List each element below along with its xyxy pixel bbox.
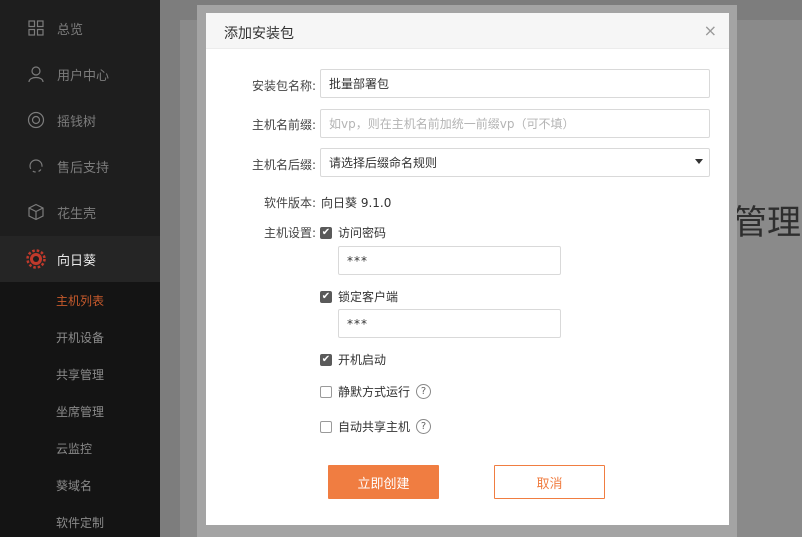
software-version-value: 向日葵 9.1.0 bbox=[321, 196, 392, 210]
sidebar-item-label: 摇钱树 bbox=[57, 114, 97, 130]
user-icon bbox=[25, 63, 47, 85]
help-icon[interactable]: ? bbox=[416, 419, 432, 434]
lock-client-label: 锁定客户端 bbox=[338, 290, 399, 304]
silent-run-label: 静默方式运行 bbox=[338, 385, 411, 399]
cube-icon bbox=[25, 201, 47, 223]
submenu-item-software-custom[interactable]: 软件定制 bbox=[0, 504, 160, 537]
page-title-fragment: 管理 bbox=[733, 203, 801, 243]
dialog-header: 添加安装包 × bbox=[206, 13, 729, 49]
cancel-button[interactable]: 取消 bbox=[494, 465, 605, 499]
dropdown-arrow-icon bbox=[695, 159, 703, 164]
sidebar-item-label: 总览 bbox=[57, 22, 84, 38]
access-password-label: 访问密码 bbox=[338, 226, 387, 240]
access-password-input[interactable]: *** bbox=[338, 246, 561, 275]
submenu-item-cloud-monitor[interactable]: 云监控 bbox=[0, 430, 160, 466]
sidebar: 总览 用户中心 摇钱树 售后支持 花生壳 向日葵 主机列表 开机设备 共享管理 … bbox=[0, 0, 160, 537]
lock-client-password-input[interactable]: *** bbox=[338, 309, 561, 338]
sidebar-item-oray[interactable]: 花生壳 bbox=[0, 189, 160, 235]
access-password-option[interactable]: ✔ 访问密码 bbox=[320, 224, 386, 241]
sidebar-item-overview[interactable]: 总览 bbox=[0, 5, 160, 51]
host-prefix-label: 主机名前缀: bbox=[251, 118, 316, 132]
submenu-item-domain[interactable]: 葵域名 bbox=[0, 467, 160, 503]
software-version-label: 软件版本: bbox=[263, 196, 316, 210]
package-name-label: 安装包名称: bbox=[251, 79, 316, 93]
sidebar-item-sunlogin[interactable]: 向日葵 bbox=[0, 236, 160, 282]
help-icon[interactable]: ? bbox=[416, 384, 432, 399]
sidebar-item-support[interactable]: 售后支持 bbox=[0, 143, 160, 189]
silent-run-checkbox[interactable] bbox=[320, 385, 332, 398]
submenu-item-seat-management[interactable]: 坐席管理 bbox=[0, 393, 160, 429]
close-icon[interactable]: × bbox=[704, 21, 717, 40]
host-suffix-label: 主机名后缀: bbox=[251, 158, 316, 172]
sidebar-item-label: 向日葵 bbox=[57, 253, 97, 269]
auto-share-label: 自动共享主机 bbox=[338, 420, 411, 434]
sunflower-icon bbox=[25, 248, 47, 270]
auto-share-checkbox[interactable] bbox=[320, 420, 332, 433]
auto-start-option[interactable]: ✔ 开机启动 bbox=[320, 351, 386, 368]
lock-client-option[interactable]: ✔ 锁定客户端 bbox=[320, 288, 398, 305]
host-suffix-select[interactable]: 请选择后缀命名规则 bbox=[320, 148, 710, 177]
host-settings-label: 主机设置: bbox=[263, 226, 316, 240]
sidebar-item-label: 售后支持 bbox=[57, 160, 110, 176]
silent-run-option[interactable]: 静默方式运行 ? bbox=[320, 383, 432, 400]
host-suffix-value: 请选择后缀命名规则 bbox=[329, 156, 438, 170]
auto-share-option[interactable]: 自动共享主机 ? bbox=[320, 418, 432, 435]
package-name-input[interactable]: 批量部署包 bbox=[320, 69, 710, 98]
submenu-item-host-list[interactable]: 主机列表 bbox=[0, 282, 160, 318]
dialog-title: 添加安装包 bbox=[224, 26, 294, 42]
target-icon bbox=[25, 109, 47, 131]
sidebar-item-label: 用户中心 bbox=[57, 68, 110, 84]
access-password-checkbox[interactable]: ✔ bbox=[320, 226, 332, 239]
submenu-item-boot-device[interactable]: 开机设备 bbox=[0, 319, 160, 355]
host-prefix-input[interactable]: 如vp，则在主机名前加统一前缀vp（可不填） bbox=[320, 109, 710, 138]
sidebar-item-user-center[interactable]: 用户中心 bbox=[0, 51, 160, 97]
create-button[interactable]: 立即创建 bbox=[328, 465, 439, 499]
submenu-item-share-management[interactable]: 共享管理 bbox=[0, 356, 160, 392]
auto-start-checkbox[interactable]: ✔ bbox=[320, 353, 332, 366]
auto-start-label: 开机启动 bbox=[338, 353, 387, 367]
lock-client-checkbox[interactable]: ✔ bbox=[320, 290, 332, 303]
grid-icon bbox=[25, 17, 47, 39]
add-package-dialog: 添加安装包 × 安装包名称: 批量部署包 主机名前缀: 如vp，则在主机名前加统… bbox=[206, 13, 729, 525]
sidebar-item-label: 花生壳 bbox=[57, 206, 97, 222]
support-icon bbox=[25, 155, 47, 177]
sidebar-item-money-tree[interactable]: 摇钱树 bbox=[0, 97, 160, 143]
